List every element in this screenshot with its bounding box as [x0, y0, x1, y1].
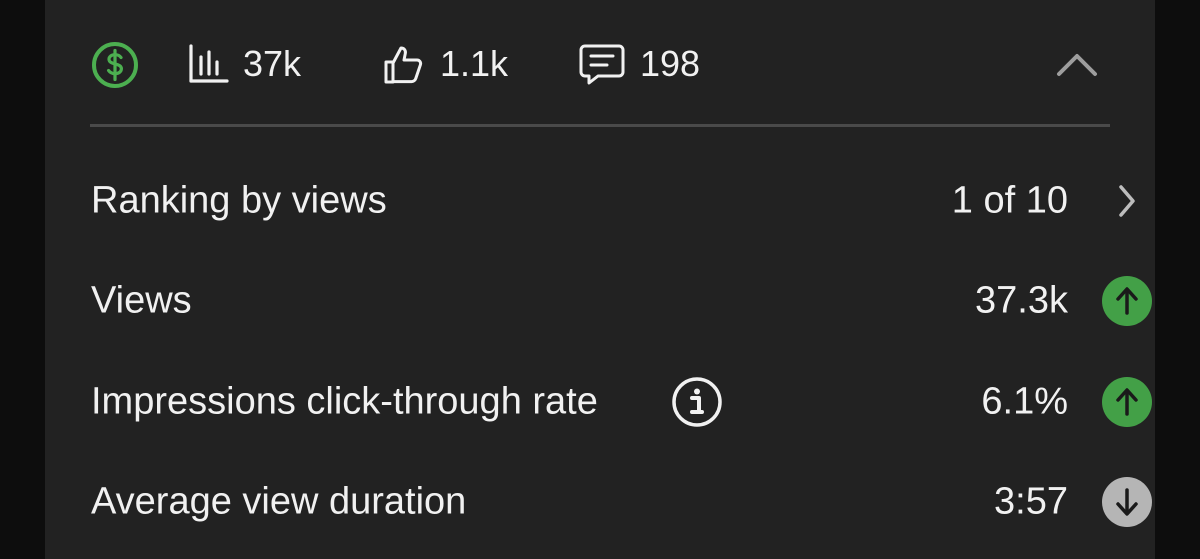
arrow-up-circle-icon	[1102, 276, 1152, 326]
comments-count: 198	[640, 43, 701, 84]
metric-label: Average view duration	[91, 480, 467, 523]
dollar-circle-icon	[92, 42, 138, 88]
views-count: 37k	[243, 43, 302, 84]
likes-count: 1.1k	[440, 43, 509, 84]
stats-bar[interactable]: 37k 1.1k 198	[45, 0, 1155, 125]
views-stat: 37k	[187, 40, 301, 88]
video-analytics-card: 37k 1.1k 198 Ranking by views 1 of 10 Vi…	[45, 0, 1155, 559]
metric-value: 6.1%	[981, 380, 1068, 423]
impressions-ctr-row: Impressions click-through rate 6.1%	[91, 367, 1152, 437]
chevron-right-icon[interactable]	[1101, 175, 1153, 227]
arrow-down-circle-icon	[1102, 477, 1152, 527]
ranking-by-views-row[interactable]: Ranking by views 1 of 10	[91, 166, 1135, 236]
metric-value: 37.3k	[975, 279, 1068, 322]
comments-stat: 198	[578, 40, 700, 88]
metric-label: Views	[91, 279, 192, 322]
views-row: Views 37.3k	[91, 266, 1152, 336]
average-view-duration-row: Average view duration 3:57	[91, 467, 1152, 537]
metric-value: 1 of 10	[951, 179, 1068, 222]
bar-chart-icon	[189, 44, 229, 83]
metric-label: Impressions click-through rate	[91, 380, 598, 423]
chevron-up-icon[interactable]	[1053, 46, 1101, 82]
info-icon[interactable]	[671, 376, 723, 428]
comment-icon	[579, 44, 625, 85]
likes-stat: 1.1k	[382, 40, 508, 88]
thumbs-up-icon	[384, 46, 423, 84]
divider	[90, 124, 1110, 127]
arrow-up-circle-icon	[1102, 377, 1152, 427]
metric-label: Ranking by views	[91, 179, 387, 222]
metric-value: 3:57	[994, 480, 1068, 523]
